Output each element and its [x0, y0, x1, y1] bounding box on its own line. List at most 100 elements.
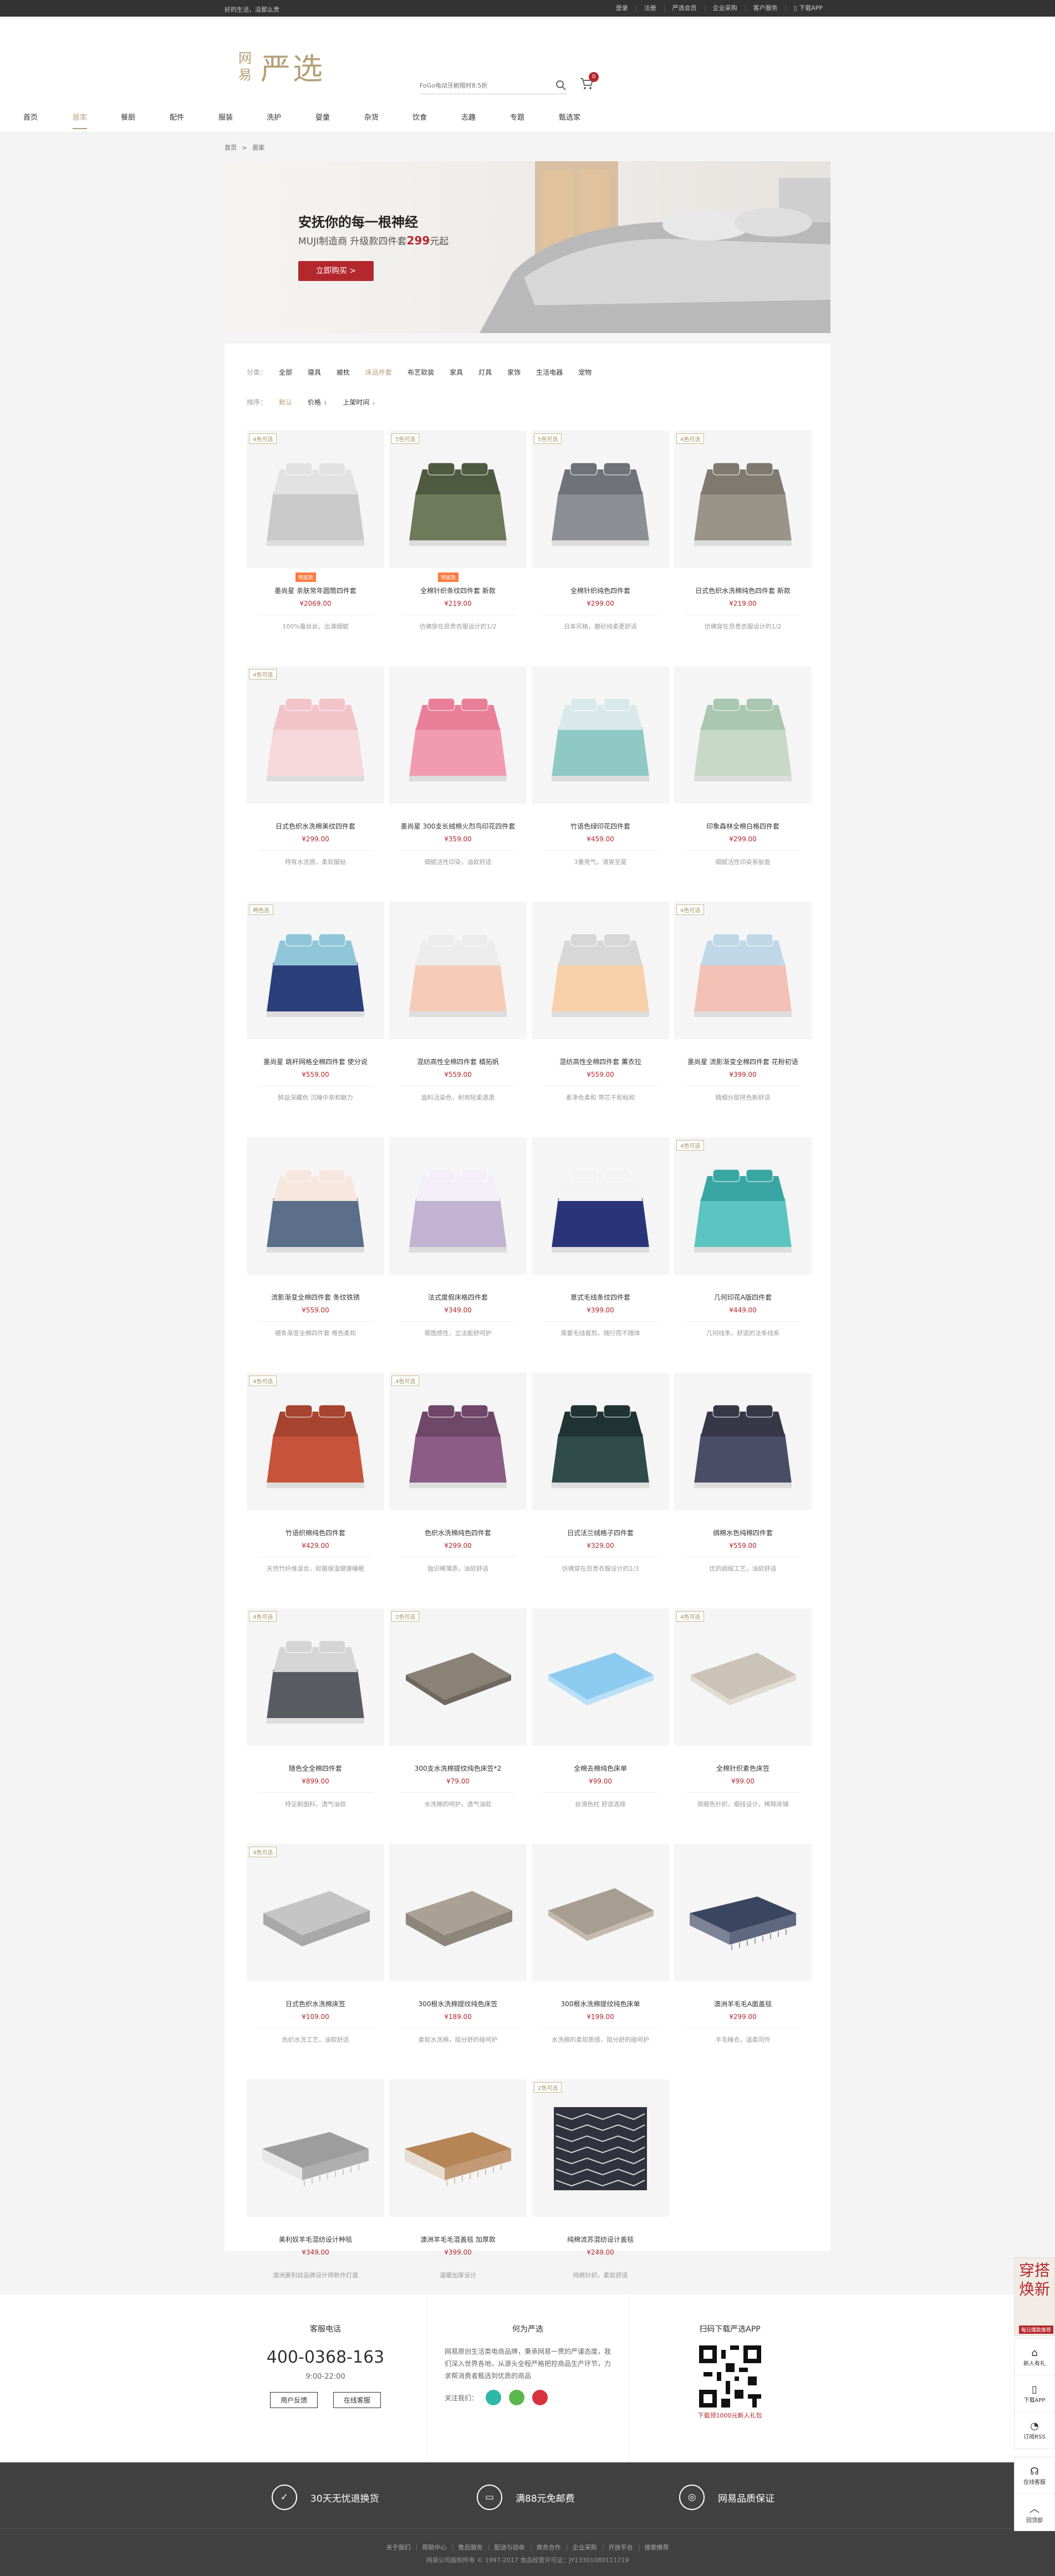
product-card[interactable]: 印象森林全棉白格四件套 ¥299.00 细腻活性印染亲肤面 — [674, 666, 812, 893]
product-card[interactable]: 4色可选 全棉针织素色床笠 ¥99.00 亮眼色针织，细线设计，稀释床铺 — [674, 1608, 812, 1836]
product-card[interactable]: 5色可选 明星款 全棉针织条纹四件套 新款 ¥219.00 仿佛穿在昂贵衣服设计的1/2 — [389, 431, 527, 658]
product-image[interactable] — [532, 902, 669, 1039]
product-image[interactable]: 2色可选 — [389, 1608, 527, 1746]
product-name[interactable]: 300根水洗棉提纹纯色床笠 — [389, 1999, 527, 2008]
product-image[interactable]: 5色可选 — [389, 431, 527, 568]
side-rss[interactable]: ◔ 订阅RSS — [1015, 2412, 1054, 2449]
nav-item[interactable]: 杂货 — [364, 107, 379, 129]
product-name[interactable]: 竹语织棉纯色四件套 — [247, 1528, 384, 1537]
product-image[interactable]: 4色可选 — [674, 1137, 812, 1275]
product-name[interactable]: 色织水洗棉纯色四件套 — [389, 1528, 527, 1537]
weibo-icon[interactable] — [532, 2390, 548, 2405]
side-gift[interactable]: ⌂ 新人有礼 — [1015, 2339, 1054, 2375]
side-ad[interactable]: 穿搭 焕新 每日爆款推荐 — [1014, 2257, 1055, 2336]
product-image[interactable]: 4色可选 — [674, 902, 812, 1039]
product-card[interactable]: 澳洲羊毛毛A面盖毯 ¥299.00 羊毛睡衣，温柔同件 — [674, 1844, 812, 2071]
product-name[interactable]: 随色全全棉四件套 — [247, 1764, 384, 1773]
sort-time[interactable]: 上架时间 ↓ — [343, 397, 375, 407]
product-image[interactable] — [389, 666, 527, 804]
footer-link[interactable]: 开放平台 — [602, 2544, 639, 2551]
nav-item[interactable]: 志趣 — [461, 107, 476, 129]
product-name[interactable]: 墨尚星 亲肤常年圆筒四件套 — [247, 586, 384, 595]
product-card[interactable]: 2色可选 纯棉流苏混纺设计盖毯 ¥249.00 纯棉针织，柔软舒适 — [532, 2079, 669, 2307]
product-name[interactable]: 纯棉流苏混纺设计盖毯 — [532, 2235, 669, 2244]
product-image[interactable] — [532, 1137, 669, 1275]
side-top[interactable]: ︿ 回顶部 — [1015, 2494, 1054, 2531]
product-name[interactable]: 意式毛线条纹四件套 — [532, 1292, 669, 1302]
category-option[interactable]: 家饰 — [507, 369, 521, 376]
cart-button[interactable]: 0 — [580, 72, 599, 91]
product-image[interactable] — [532, 1608, 669, 1746]
sort-default[interactable]: 默认 — [279, 397, 292, 407]
product-name[interactable]: 全棉针织条纹四件套 新款 — [389, 586, 527, 595]
nav-item[interactable]: 饮食 — [412, 107, 427, 129]
product-name[interactable]: 日式法兰绒格子四件套 — [532, 1528, 669, 1537]
product-image[interactable] — [247, 2079, 384, 2217]
product-image[interactable] — [674, 666, 812, 804]
product-image[interactable]: 2色可选 — [532, 2079, 669, 2217]
product-card[interactable]: 澳洲羊毛毛混盖毯 加厚款 ¥399.00 温暖加厚设计 — [389, 2079, 527, 2307]
product-name[interactable]: 美利奴羊毛混纺设计种毯 — [247, 2235, 384, 2244]
netease-icon[interactable] — [486, 2390, 502, 2405]
category-option[interactable]: 被枕 — [337, 369, 350, 376]
product-card[interactable]: 全棉去棉纯色床单 ¥99.00 丝滑色柱 舒适选择 — [532, 1608, 669, 1836]
product-card[interactable]: 流影渐变全棉四件套 条纹铁锈 ¥559.00 绷条渐变全棉四件套 唯色柔和 — [247, 1137, 384, 1364]
product-name[interactable]: 竹语色绿印花四件套 — [532, 821, 669, 831]
nav-item[interactable]: 餐厨 — [121, 107, 135, 129]
category-option[interactable]: 家具 — [450, 369, 463, 376]
product-name[interactable]: 绸棉水色纯棉四件套 — [674, 1528, 812, 1537]
login-link[interactable]: 登录 — [608, 5, 636, 12]
product-card[interactable]: 300根水洗棉提纹纯色床单 ¥199.00 水洗棉的柔软质感，阻分舒的碰呵护 — [532, 1844, 669, 2071]
product-image[interactable]: 4色可选 — [389, 1373, 527, 1510]
product-image[interactable]: 4色可选 — [247, 1373, 384, 1510]
footer-link[interactable]: 配送与验收 — [488, 2544, 531, 2551]
product-image[interactable]: 5色可选 — [532, 431, 669, 568]
footer-link[interactable]: 商务合作 — [530, 2544, 567, 2551]
product-name[interactable]: 全棉去棉纯色床单 — [532, 1764, 669, 1773]
product-image[interactable]: 4色可选 — [247, 431, 384, 568]
product-card[interactable]: 4色可选 日式色织水洗棉纯色四件套 新款 ¥219.00 仿佛穿在昂贵衣服设计的1/2 — [674, 431, 812, 658]
product-name[interactable]: 日式色织水洗棉纯色四件套 新款 — [674, 586, 812, 595]
footer-link[interactable]: 关于我们 — [381, 2544, 416, 2551]
nav-item[interactable]: 甄选家 — [559, 107, 580, 129]
nav-item[interactable]: 婴童 — [315, 107, 330, 129]
product-name[interactable]: 全棉针织纯色四件套 — [532, 586, 669, 595]
product-card[interactable]: 4色可选 日式色织水洗棉美纹四件套 ¥299.00 特有水洗感，柔软服帖 — [247, 666, 384, 893]
product-card[interactable]: 4色可选 随色全全棉四件套 ¥899.00 特足刷面料，透气油软 — [247, 1608, 384, 1836]
side-service[interactable]: ☊ 在线客服 — [1015, 2457, 1054, 2494]
product-card[interactable]: 5色可选 全棉针织纯色四件套 ¥299.00 日本风格，磨砂纯柔更舒适 — [532, 431, 669, 658]
product-image[interactable]: 4色可选 — [247, 666, 384, 804]
product-image[interactable] — [532, 1373, 669, 1510]
product-image[interactable]: 4色可选 — [247, 1608, 384, 1746]
footer-link[interactable]: 售后服务 — [452, 2544, 488, 2551]
register-link[interactable]: 注册 — [635, 5, 664, 12]
download-app-link[interactable]: ▯ 下载APP — [785, 5, 830, 12]
product-image[interactable] — [532, 666, 669, 804]
product-name[interactable]: 几何印花A版四件套 — [674, 1292, 812, 1302]
product-image[interactable] — [389, 1844, 527, 1981]
product-card[interactable]: 4色可选 几何印花A版四件套 ¥449.00 几何线条，舒适的法条线系 — [674, 1137, 812, 1364]
product-name[interactable]: 澳洲羊毛毛A面盖毯 — [674, 1999, 812, 2008]
product-image[interactable]: 4色可选 — [674, 1608, 812, 1746]
product-name[interactable]: 法式度假床格四件套 — [389, 1292, 527, 1302]
product-card[interactable]: 墨尚星 300支长绒棉火烈鸟印花四件套 ¥359.00 细腻活性印染，油软舒适 — [389, 666, 527, 893]
product-card[interactable]: 法式度假床格四件套 ¥349.00 需图感性，立法能舒呵护 — [389, 1137, 527, 1364]
product-name[interactable]: 澳洲羊毛毛混盖毯 加厚款 — [389, 2235, 527, 2244]
breadcrumb-home[interactable]: 首页 — [225, 144, 237, 151]
product-name[interactable]: 日式色织水洗棉床笠 — [247, 1999, 384, 2008]
product-card[interactable]: 4色可选 色织水洗棉纯色四件套 ¥299.00 独识稀薄质，油软舒适 — [389, 1373, 527, 1600]
search-icon[interactable] — [555, 80, 567, 93]
product-image[interactable] — [389, 2079, 527, 2217]
category-option[interactable]: 寝具 — [308, 369, 321, 376]
product-image[interactable]: 4色可选 — [674, 431, 812, 568]
category-option[interactable]: 全部 — [279, 369, 292, 376]
product-card[interactable]: 意式毛线条纹四件套 ¥399.00 需要毛线裁剪，随行而不随体 — [532, 1137, 669, 1364]
product-name[interactable]: 日式色织水洗棉美纹四件套 — [247, 821, 384, 831]
product-image[interactable] — [674, 1844, 812, 1981]
wechat-icon[interactable] — [509, 2390, 525, 2405]
product-name[interactable]: 墨尚星 流影渐变全棉四件套 花粉初语 — [674, 1057, 812, 1066]
category-option[interactable]: 灯具 — [478, 369, 492, 376]
category-option[interactable]: 床品件套 — [365, 369, 392, 376]
product-image[interactable] — [247, 1137, 384, 1275]
online-service-button[interactable]: 在线客服 — [333, 2392, 381, 2408]
